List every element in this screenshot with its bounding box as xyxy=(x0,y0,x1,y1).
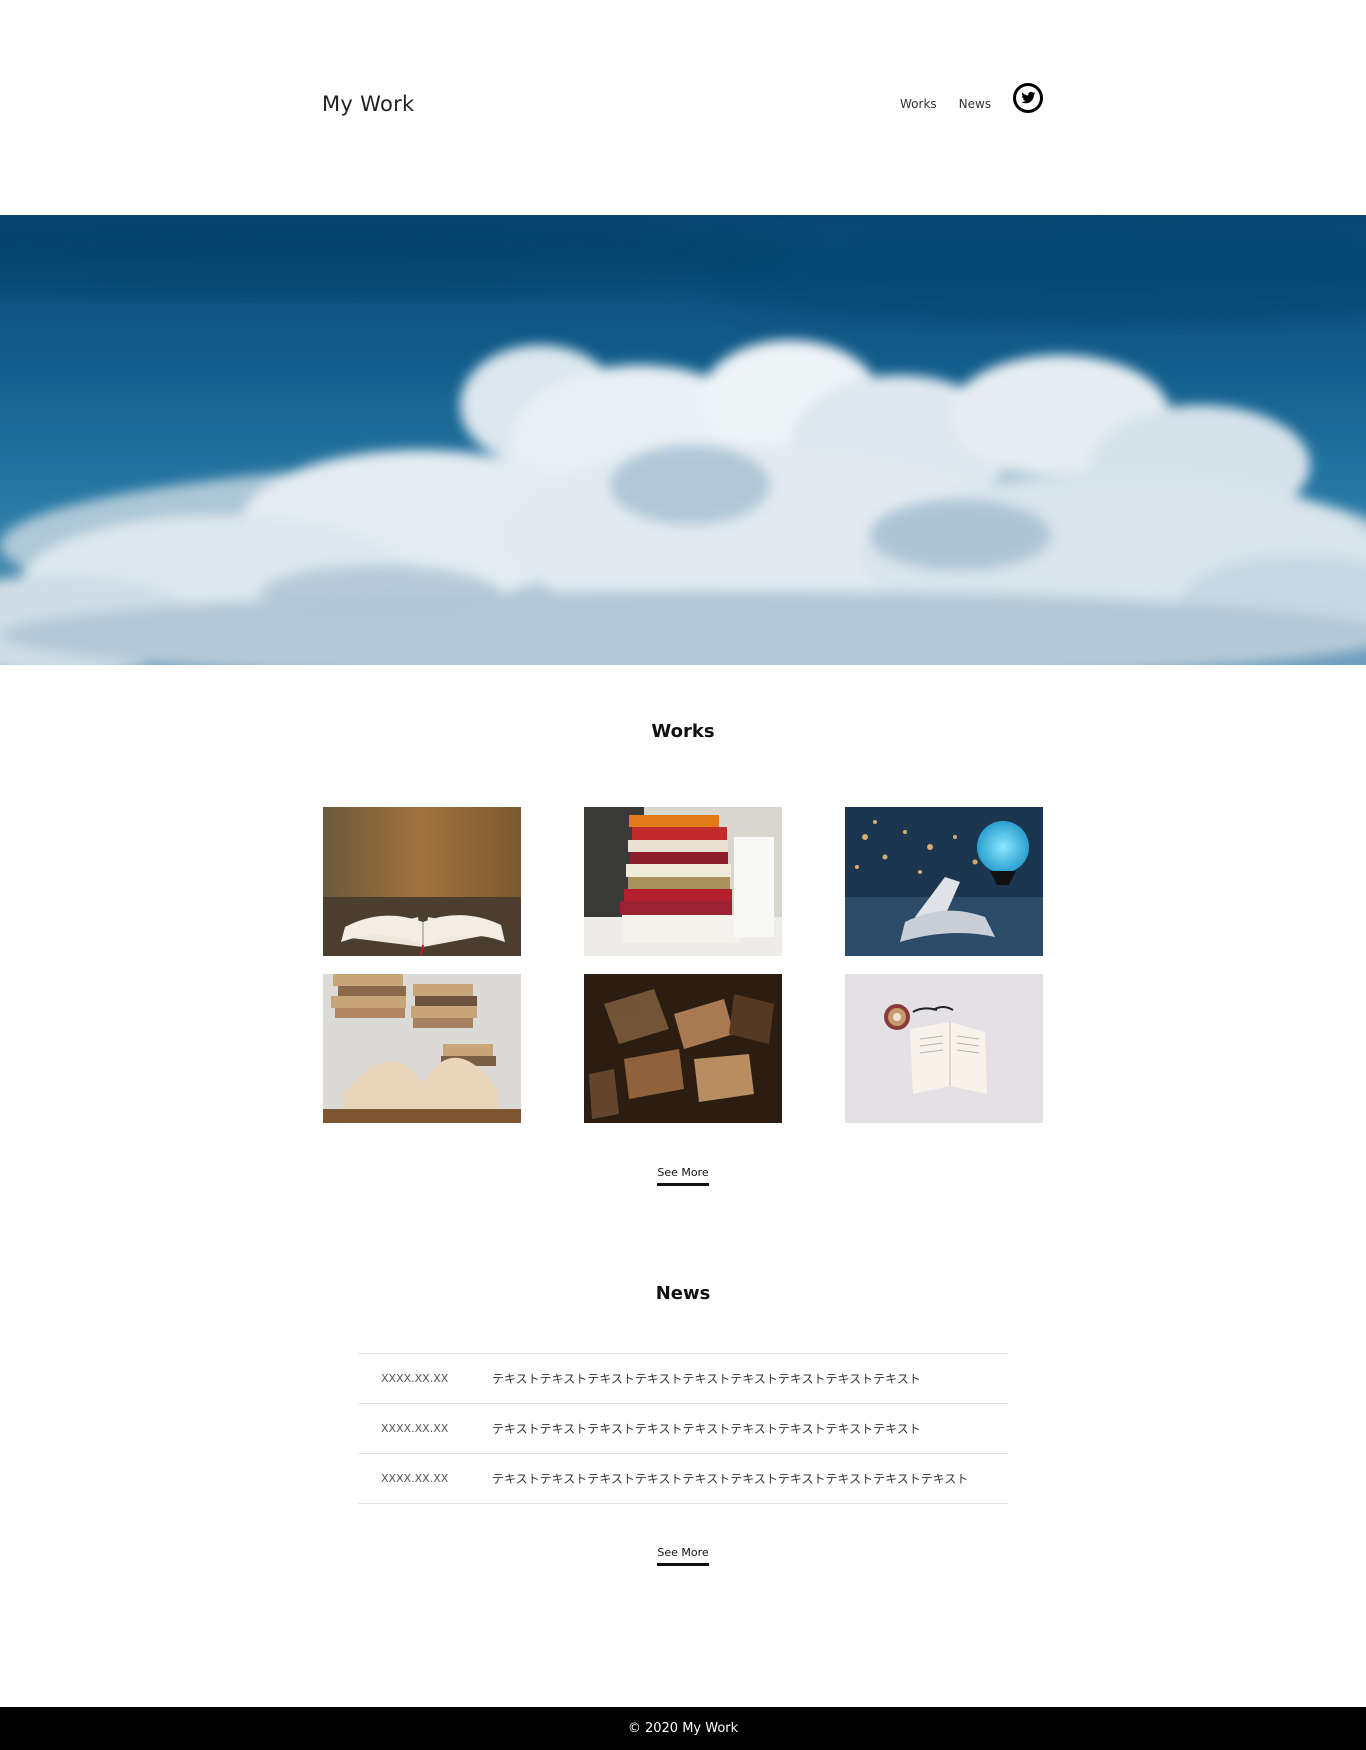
news-item[interactable]: XXXX.XX.XX テキストテキストテキストテキストテキストテキストテキストテ… xyxy=(358,1404,1008,1454)
work-item-image[interactable] xyxy=(323,807,521,956)
main-nav: Works News xyxy=(900,97,991,111)
nav-works-link[interactable]: Works xyxy=(900,97,937,111)
works-see-more-link[interactable]: See More xyxy=(657,1166,709,1186)
twitter-icon[interactable] xyxy=(1012,82,1044,114)
news-item[interactable]: XXXX.XX.XX テキストテキストテキストテキストテキストテキストテキストテ… xyxy=(358,1454,1008,1504)
works-title: Works xyxy=(651,721,715,742)
news-list: XXXX.XX.XX テキストテキストテキストテキストテキストテキストテキストテ… xyxy=(358,1353,1008,1504)
work-item-image[interactable] xyxy=(845,974,1043,1123)
news-item[interactable]: XXXX.XX.XX テキストテキストテキストテキストテキストテキストテキストテ… xyxy=(358,1354,1008,1404)
news-text: テキストテキストテキストテキストテキストテキストテキストテキストテキスト xyxy=(492,1372,921,1386)
hero-image xyxy=(0,215,1366,665)
news-text: テキストテキストテキストテキストテキストテキストテキストテキストテキスト xyxy=(492,1422,921,1436)
news-see-more: See More xyxy=(0,1541,1366,1566)
work-item-image[interactable] xyxy=(845,807,1043,956)
news-text: テキストテキストテキストテキストテキストテキストテキストテキストテキストテキスト xyxy=(492,1472,969,1486)
nav-news-link[interactable]: News xyxy=(959,97,991,111)
news-date: XXXX.XX.XX xyxy=(381,1472,449,1485)
site-header: My Work Works News xyxy=(0,0,1366,215)
works-see-more: See More xyxy=(0,1161,1366,1186)
works-grid xyxy=(323,807,1043,1124)
work-item-image[interactable] xyxy=(584,974,782,1123)
news-date: XXXX.XX.XX xyxy=(381,1372,449,1385)
news-see-more-link[interactable]: See More xyxy=(657,1546,709,1566)
site-logo[interactable]: My Work xyxy=(322,92,415,116)
site-footer: © 2020 My Work xyxy=(0,1707,1366,1750)
news-date: XXXX.XX.XX xyxy=(381,1422,449,1435)
copyright-text: © 2020 My Work xyxy=(627,1721,739,1736)
work-item-image[interactable] xyxy=(323,974,521,1123)
news-title: News xyxy=(655,1283,711,1304)
work-item-image[interactable] xyxy=(584,807,782,956)
